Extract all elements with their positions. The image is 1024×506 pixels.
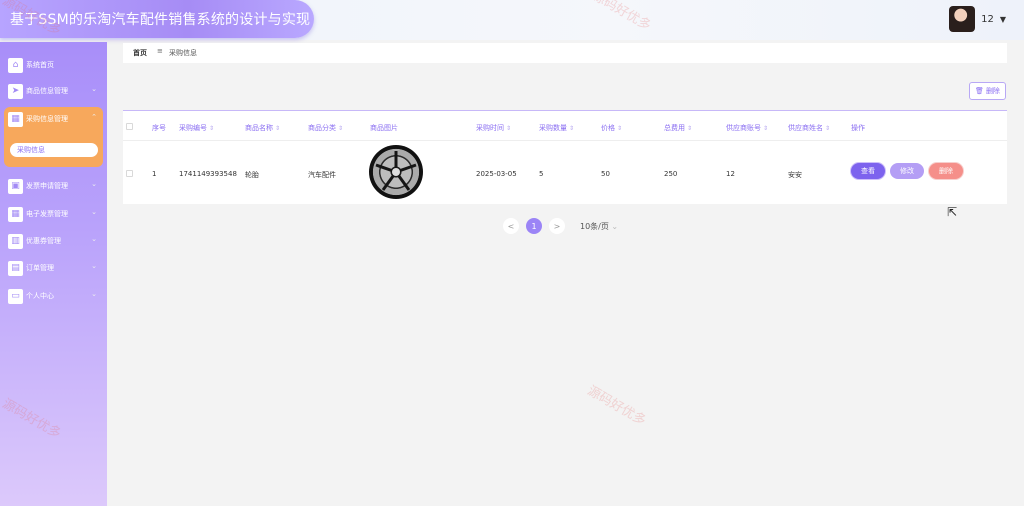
sort-icon: ⇕ (763, 125, 769, 132)
mouse-cursor-icon: ⇱ (947, 205, 958, 219)
user-menu[interactable]: 12 ▼ (949, 6, 1006, 32)
chevron-down-icon: ⌄ (91, 180, 97, 188)
top-header: 基于SSM的乐淘汽车配件销售系统的设计与实现 12 ▼ (0, 0, 1024, 40)
sidebar-item-label: 优惠券管理 (26, 237, 61, 245)
sidebar-item-label: 采购信息管理 (26, 115, 68, 123)
breadcrumb-separator-icon: ≡ (157, 47, 163, 55)
column-header: 操作 (851, 124, 865, 132)
sort-icon: ⇕ (338, 125, 344, 132)
chevron-up-icon: ⌃ (91, 113, 97, 121)
sidebar-item-products[interactable]: ➤ 商品信息管理 ⌄ (4, 81, 103, 101)
send-icon: ➤ (8, 83, 23, 99)
row-checkbox[interactable] (126, 170, 133, 177)
chevron-down-icon: ⌄ (91, 262, 97, 270)
cell-supplier-name: 安安 (788, 171, 802, 179)
next-page-button[interactable]: > (549, 218, 565, 234)
cell-quantity: 5 (539, 170, 544, 178)
sort-icon: ⇕ (687, 125, 693, 132)
bar-chart-icon: ▥ (8, 233, 23, 249)
chevron-down-icon: ⌄ (611, 222, 619, 231)
home-icon: ⌂ (8, 57, 23, 73)
column-header-sortable[interactable]: 总费用 ⇕ (664, 123, 692, 133)
chevron-down-icon: ⌄ (91, 235, 97, 243)
batch-delete-button[interactable]: 🗑 删除 (969, 82, 1006, 100)
wheel-spokes (375, 151, 417, 191)
breadcrumb: 首页 ≡ 采购信息 (123, 43, 1007, 63)
chevron-down-icon: ⌄ (91, 85, 97, 93)
column-header-sortable[interactable]: 供应商账号 ⇕ (726, 123, 768, 133)
sidebar-item-label: 电子发票管理 (26, 210, 68, 218)
select-all-checkbox[interactable] (126, 123, 133, 130)
sidebar-item-orders[interactable]: ▤ 订单管理 ⌄ (4, 258, 103, 278)
cell-price: 50 (601, 170, 610, 178)
edit-button[interactable]: 修改 (890, 163, 924, 179)
sidebar-item-label: 系统首页 (26, 61, 54, 69)
column-header-sortable[interactable]: 商品名称 ⇕ (245, 123, 280, 133)
cell-time: 2025-03-05 (476, 170, 517, 178)
column-header-sortable[interactable]: 采购时间 ⇕ (476, 123, 511, 133)
sidebar-group-purchase: ▦ 采购信息管理 ⌃ 采购信息 (4, 107, 103, 167)
breadcrumb-home[interactable]: 首页 (133, 48, 147, 58)
sidebar-item-label: 订单管理 (26, 264, 54, 272)
cell-name: 轮胎 (245, 171, 259, 179)
cell-index: 1 (152, 170, 157, 178)
sidebar-item-coupons[interactable]: ▥ 优惠券管理 ⌄ (4, 231, 103, 251)
column-header-sortable[interactable]: 采购编号 ⇕ (179, 123, 214, 133)
column-header-sortable[interactable]: 商品分类 ⇕ (308, 123, 343, 133)
cell-code: 1741149393548 (179, 170, 237, 178)
cell-category: 汽车配件 (308, 171, 336, 179)
sidebar-item-label: 商品信息管理 (26, 87, 68, 95)
sidebar-subitem-purchase-info[interactable]: 采购信息 (10, 143, 98, 157)
briefcase-icon: ▣ (8, 178, 23, 194)
sort-icon: ⇕ (209, 125, 215, 132)
grid-icon: ▦ (8, 111, 23, 127)
purchase-table: 序号 采购编号 ⇕ 商品名称 ⇕ 商品分类 ⇕ 商品图片 采购时间 ⇕ 采购数量 ⇕ 价格… (123, 110, 1007, 204)
chevron-down-icon: ⌄ (91, 290, 97, 298)
cell-total: 250 (664, 170, 678, 178)
breadcrumb-current: 采购信息 (169, 49, 197, 57)
id-card-icon: ▭ (8, 288, 23, 304)
column-header-sortable[interactable]: 价格 ⇕ (601, 123, 622, 133)
caret-down-icon[interactable]: ▼ (1000, 15, 1006, 24)
delete-button[interactable]: 删除 (929, 163, 963, 179)
watermark: 源码好优多 (584, 383, 649, 429)
wallet-icon: ▤ (8, 260, 23, 276)
page-size-select[interactable]: 10条/页 ⌄ (580, 221, 618, 232)
sidebar-subitem-label: 采购信息 (17, 146, 45, 154)
sidebar-item-label: 发票申请管理 (26, 182, 68, 190)
prev-page-button[interactable]: < (503, 218, 519, 234)
trash-icon: 🗑 (975, 87, 984, 95)
sort-icon: ⇕ (275, 125, 281, 132)
sidebar-item-profile[interactable]: ▭ 个人中心 ⌄ (4, 286, 103, 306)
sort-icon: ⇕ (569, 125, 575, 132)
sidebar-item-purchase[interactable]: ▦ 采购信息管理 ⌃ (4, 109, 103, 129)
avatar[interactable] (949, 6, 976, 32)
sort-icon: ⇕ (825, 125, 831, 132)
column-header-sortable[interactable]: 供应商姓名 ⇕ (788, 123, 830, 133)
cell-supplier-account: 12 (726, 170, 735, 178)
user-name[interactable]: 12 (981, 14, 994, 25)
sidebar-item-label: 个人中心 (26, 292, 54, 300)
header-divider (123, 140, 1007, 141)
sidebar-item-e-invoice[interactable]: ▦ 电子发票管理 ⌄ (4, 204, 103, 224)
sidebar-item-home[interactable]: ⌂ 系统首页 (4, 55, 103, 75)
column-header-sortable[interactable]: 采购数量 ⇕ (539, 123, 574, 133)
column-header: 商品图片 (370, 124, 398, 132)
column-header: 序号 (152, 124, 166, 132)
sidebar-item-invoice-apply[interactable]: ▣ 发票申请管理 ⌄ (4, 176, 103, 196)
page-1-button[interactable]: 1 (526, 218, 542, 234)
view-button[interactable]: 查看 (851, 163, 885, 179)
sort-icon: ⇕ (506, 125, 512, 132)
batch-delete-label: 删除 (985, 87, 1000, 95)
grid-icon: ▦ (8, 206, 23, 222)
chevron-down-icon: ⌄ (91, 208, 97, 216)
sort-icon: ⇕ (617, 125, 623, 132)
